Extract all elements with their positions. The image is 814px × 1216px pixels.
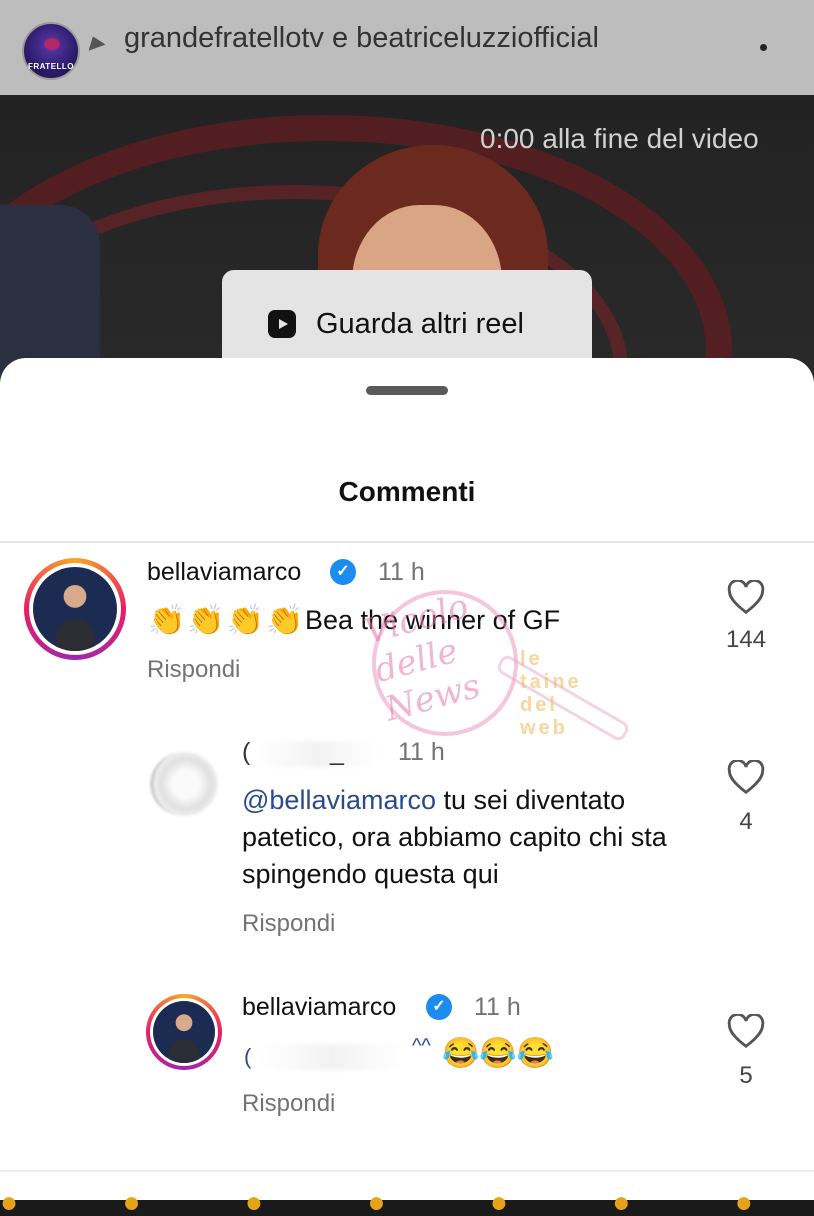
verified-badge-icon: ✓ bbox=[426, 994, 452, 1020]
comment-mention-tail: ^^ bbox=[412, 1035, 431, 1057]
like-count: 4 bbox=[739, 808, 753, 835]
avatar[interactable] bbox=[24, 558, 126, 660]
reels-icon bbox=[268, 310, 296, 338]
magnifier-handle bbox=[494, 652, 632, 744]
verified-badge-icon: ✓ bbox=[330, 559, 356, 585]
comment-text: Bea the winner of GF bbox=[305, 605, 561, 635]
divider bbox=[0, 541, 814, 543]
redacted-username bbox=[258, 741, 378, 767]
heart-icon[interactable] bbox=[727, 760, 765, 796]
reply-button[interactable]: Rispondi bbox=[147, 656, 240, 684]
comment-text: @bellaviamarco tu sei diventato patetico… bbox=[242, 782, 712, 893]
laughing-emojis: 😂😂😂 bbox=[442, 1037, 555, 1070]
logo-eye-icon bbox=[44, 38, 60, 50]
comments-sheet: Commenti bellaviamarco ✓ 11 h 👏👏👏👏 Bea t… bbox=[0, 358, 814, 1200]
comment-username[interactable]: bellaviamarco bbox=[147, 558, 301, 587]
comment-username-tail: _ bbox=[330, 738, 344, 766]
like-count: 144 bbox=[725, 626, 767, 653]
redacted-mention bbox=[262, 1044, 402, 1070]
emoji-quick-bar[interactable]: ● ● ● ● ● ● ● bbox=[0, 1186, 814, 1216]
reply-button[interactable]: Rispondi bbox=[242, 910, 335, 938]
heart-icon[interactable] bbox=[727, 1014, 765, 1050]
comment-username[interactable]: bellaviamarco bbox=[242, 993, 396, 1022]
account-avatar[interactable]: FRATELLO bbox=[22, 22, 80, 80]
watch-more-reels-label: Guarda altri reel bbox=[316, 308, 524, 340]
collab-icon bbox=[84, 33, 106, 51]
more-dots-icon[interactable] bbox=[760, 44, 767, 51]
divider bbox=[0, 1170, 814, 1172]
reel-owner-names[interactable]: grandefratellotv e beatriceluzziofficial bbox=[124, 22, 599, 55]
sheet-title: Commenti bbox=[338, 476, 476, 507]
comment-time: 11 h bbox=[378, 558, 425, 586]
reel-header: FRATELLO grandefratellotv e beatriceluzz… bbox=[0, 0, 814, 95]
avatar-logo-text: FRATELLO bbox=[27, 62, 75, 71]
avatar-photo bbox=[33, 567, 117, 651]
like-count: 5 bbox=[739, 1062, 753, 1089]
comment-time: 11 h bbox=[398, 738, 445, 766]
watermark-subtext: le taine del web bbox=[520, 648, 582, 739]
comment-mention-partial[interactable]: ( bbox=[244, 1038, 251, 1075]
clap-emojis: 👏👏👏👏 bbox=[148, 604, 306, 637]
comment-time: 11 h bbox=[474, 993, 521, 1021]
avatar-photo bbox=[153, 1001, 215, 1063]
video-player[interactable]: 0:00 alla fine del video Guarda altri re… bbox=[0, 95, 814, 395]
video-end-timer: 0:00 alla fine del video bbox=[480, 123, 759, 154]
reply-button[interactable]: Rispondi bbox=[242, 1090, 335, 1118]
heart-icon[interactable] bbox=[727, 580, 765, 616]
comment-username-partial[interactable]: ( bbox=[242, 738, 250, 767]
mention-link[interactable]: @bellaviamarco bbox=[242, 785, 436, 815]
sheet-drag-handle[interactable] bbox=[366, 386, 448, 395]
avatar[interactable] bbox=[150, 752, 218, 816]
avatar[interactable] bbox=[146, 994, 222, 1070]
